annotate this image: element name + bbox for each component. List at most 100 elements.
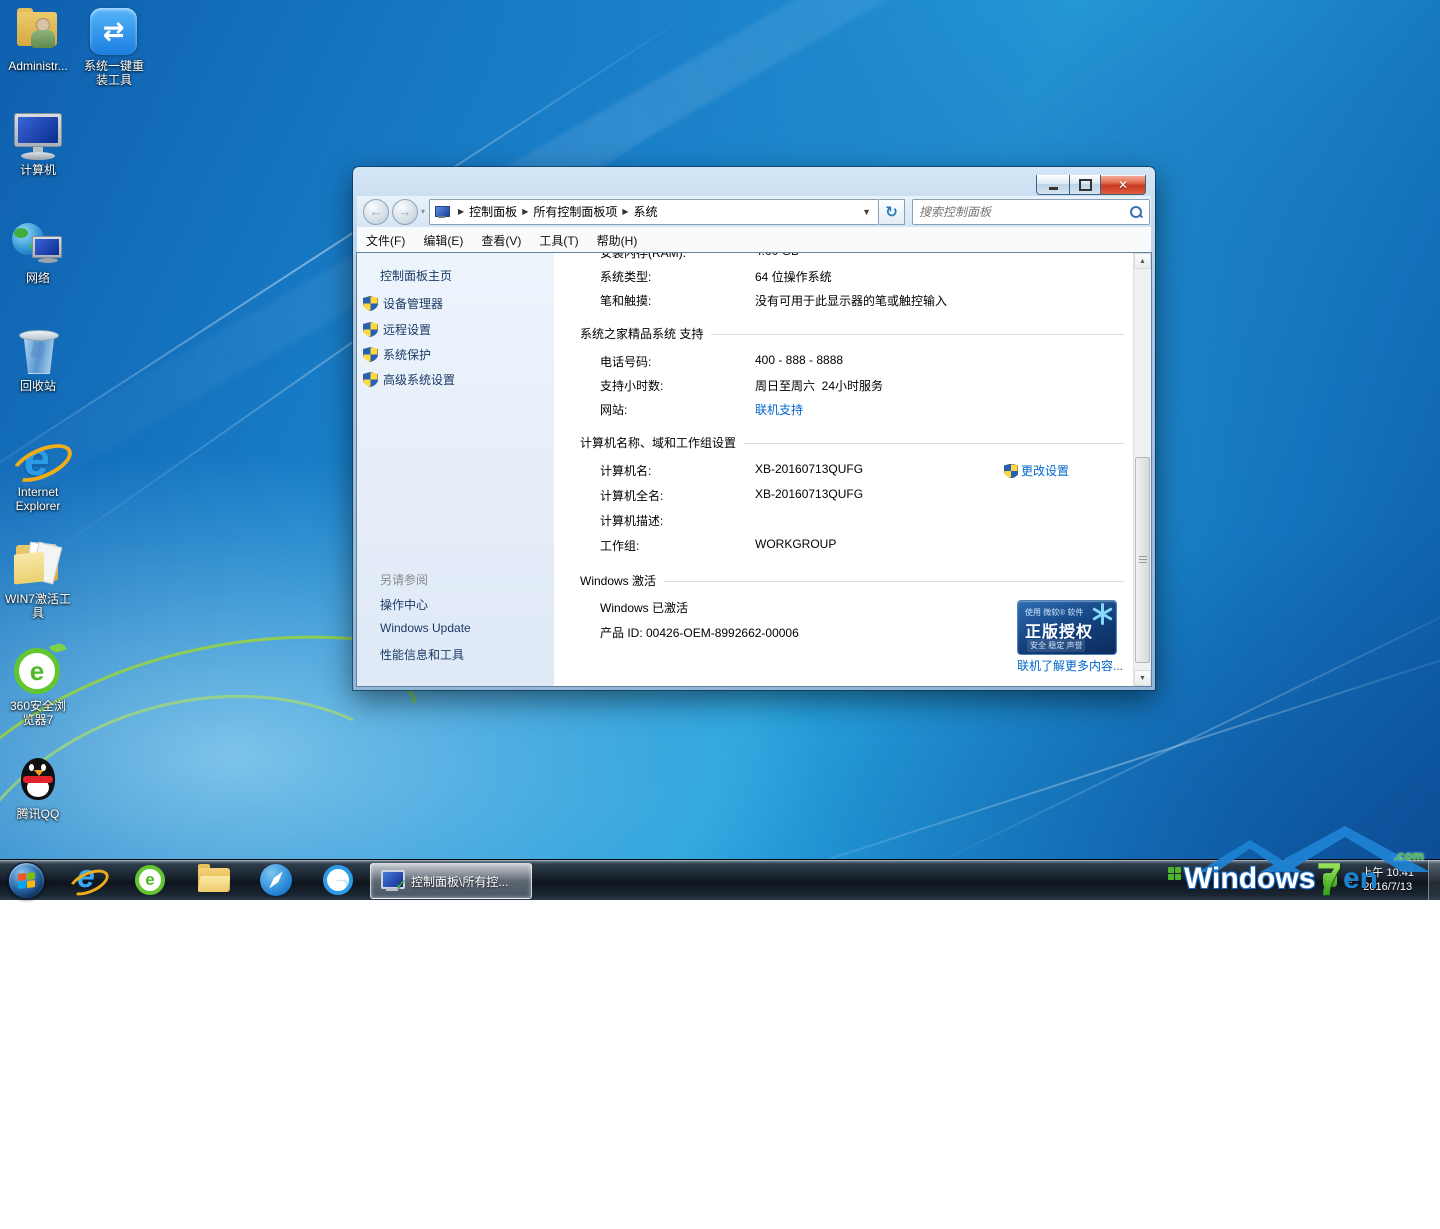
open-folder-icon (12, 541, 64, 589)
menu-tools[interactable]: 工具(T) (530, 232, 587, 249)
computer-fullname-label: 计算机全名: (600, 487, 663, 504)
workgroup-value: WORKGROUP (755, 537, 836, 551)
desktop-icon-360-browser[interactable]: e 360安全浏览器7 (4, 648, 72, 727)
desktop-icon-label: 计算机 (4, 163, 72, 177)
windows-flag-icon (18, 872, 35, 889)
desktop-icon-win7-activator[interactable]: WIN7激活工具 (4, 541, 72, 620)
search-box[interactable] (912, 199, 1150, 225)
360-browser-icon: e (135, 865, 165, 895)
change-settings[interactable]: 更改设置 (1004, 462, 1069, 479)
system-info-panel: 安装内存(RAM): 4.00 GB 系统类型: 64 位操作系统 笔和触摸: … (554, 253, 1134, 686)
scroll-down-icon[interactable]: ▼ (1134, 670, 1151, 686)
maximize-button[interactable] (1070, 175, 1101, 195)
refresh-button[interactable]: ↻ (879, 199, 905, 225)
computer-name-label: 计算机名: (600, 462, 651, 479)
desktop-icon-reinstall-tool[interactable]: ⇄ 系统一键重装工具 (80, 8, 148, 87)
taskbar-window-button[interactable]: ✓ 控制面板\所有控... (370, 863, 532, 899)
desktop-icon-label: 腾讯QQ (4, 807, 72, 821)
sidebar-item-performance-tools[interactable]: 性能信息和工具 (380, 646, 464, 663)
user-folder-icon (12, 8, 64, 56)
desktop-icon-administrator[interactable]: Administr... (4, 8, 72, 73)
tray-network-icon[interactable]: ⌂ (1346, 874, 1353, 886)
sidebar-item-label: 设备管理器 (383, 295, 443, 312)
computer-name-section-header: 计算机名称、域和工作组设置 (580, 434, 1124, 451)
show-desktop-button[interactable] (1428, 860, 1440, 900)
sidebar-item-device-manager[interactable]: 设备管理器 (363, 295, 443, 312)
activation-section-title: Windows 激活 (580, 572, 656, 589)
address-dropdown-icon[interactable]: ▼ (862, 207, 871, 217)
desktop-icon-recycle-bin[interactable]: 回收站 (4, 328, 72, 393)
menu-help[interactable]: 帮助(H) (588, 232, 647, 249)
online-support-link[interactable]: 联机支持 (755, 401, 803, 418)
scrollbar-thumb[interactable] (1135, 457, 1150, 663)
scroll-up-icon[interactable]: ▲ (1134, 253, 1151, 269)
close-button[interactable]: ✕ (1101, 175, 1146, 195)
pen-touch-value: 没有可用于此显示器的笔或触控输入 (755, 292, 947, 309)
desktop-icon-network[interactable]: 网络 (4, 220, 72, 285)
system-tray: ▲ ✓ ⌂ 上午 10:41 2016/7/13 (1305, 860, 1426, 900)
breadcrumb[interactable]: ▶ 控制面板 ▶ 所有控制面板项 ▶ 系统 ▼ (429, 199, 879, 225)
tray-360-safe-icon[interactable]: ✓ (1323, 873, 1337, 887)
taskbar-explorer[interactable] (196, 862, 232, 898)
back-button[interactable]: ← (363, 199, 389, 225)
activation-section-header: Windows 激活 (580, 572, 1124, 589)
ram-label: 安装内存(RAM): (600, 253, 686, 261)
desktop-icon-tencent-qq[interactable]: 腾讯QQ (4, 756, 72, 821)
pen-touch-label: 笔和触摸: (600, 292, 651, 309)
taskbar-browser-compass[interactable] (258, 862, 294, 898)
sidebar-item-action-center[interactable]: 操作中心 (380, 596, 428, 613)
menu-file[interactable]: 文件(F) (357, 232, 414, 249)
learn-more-link[interactable]: 联机了解更多内容... (1017, 657, 1123, 674)
change-settings-link[interactable]: 更改设置 (1021, 462, 1069, 479)
sidebar-item-system-protection[interactable]: 系统保护 (363, 346, 431, 363)
tray-expand-icon[interactable]: ▲ (1305, 875, 1314, 885)
menu-edit[interactable]: 编辑(E) (414, 232, 472, 249)
breadcrumb-item-system[interactable]: 系统 (634, 203, 658, 220)
uac-shield-icon (363, 372, 378, 387)
recent-pages-dropdown-icon[interactable]: ▾ (421, 207, 425, 216)
product-id: 产品 ID: 00426-OEM-8992662-00006 (600, 624, 799, 641)
sidebar-item-remote-settings[interactable]: 远程设置 (363, 321, 431, 338)
breadcrumb-arrow-icon: ▶ (522, 207, 528, 216)
support-section-title: 系统之家精品系统 支持 (580, 325, 703, 342)
forward-button[interactable]: → (392, 199, 418, 225)
menu-bar: 文件(F) 编辑(E) 查看(V) 工具(T) 帮助(H) (357, 227, 1151, 253)
breadcrumb-item-control-panel[interactable]: 控制面板 (469, 203, 517, 220)
start-button[interactable] (8, 862, 45, 899)
window-content: 控制面板主页 设备管理器 远程设置 系统保护 高级系统设置 另请参阅 操作中心 … (357, 253, 1151, 686)
desktop-icon-label: 系统一键重装工具 (80, 59, 148, 87)
qq-browser-icon (323, 865, 353, 895)
taskbar-qq-browser[interactable] (320, 862, 356, 898)
breadcrumb-item-all-items[interactable]: 所有控制面板项 (533, 203, 617, 220)
uac-shield-icon (363, 296, 378, 311)
breadcrumb-arrow-icon: ▶ (458, 207, 464, 216)
sidebar-item-label: 系统保护 (383, 346, 431, 363)
sidebar: 控制面板主页 设备管理器 远程设置 系统保护 高级系统设置 另请参阅 操作中心 … (357, 253, 554, 686)
sidebar-item-control-panel-home[interactable]: 控制面板主页 (380, 267, 452, 284)
minimize-button[interactable] (1036, 175, 1070, 195)
swap-arrows-app-icon: ⇄ (88, 8, 140, 56)
tray-clock[interactable]: 上午 10:41 2016/7/13 (1361, 866, 1414, 894)
sidebar-item-advanced-settings[interactable]: 高级系统设置 (363, 371, 455, 388)
computer-monitor-icon (12, 112, 64, 160)
taskbar-360-browser[interactable]: e (132, 862, 168, 898)
taskbar-internet-explorer[interactable]: e (68, 862, 104, 898)
section-divider (744, 443, 1124, 444)
sidebar-item-windows-update[interactable]: Windows Update (380, 621, 471, 635)
desktop-icon-computer[interactable]: 计算机 (4, 112, 72, 177)
folder-icon (198, 868, 230, 892)
section-divider (711, 334, 1124, 335)
desktop-icon-label: 网络 (4, 271, 72, 285)
desktop-icon-internet-explorer[interactable]: e Internet Explorer (4, 434, 72, 513)
360-browser-icon: e (12, 648, 64, 696)
genuine-star-icon (1091, 603, 1113, 625)
search-icon (1129, 205, 1143, 219)
search-input[interactable] (913, 205, 1129, 219)
desktop-icon-label: 回收站 (4, 379, 72, 393)
vertical-scrollbar[interactable]: ▲ ▼ (1133, 253, 1151, 686)
menu-view[interactable]: 查看(V) (472, 232, 530, 249)
genuine-software-badge[interactable]: 使用 微软® 软件 正版授权 安全 稳定 声誉 (1017, 600, 1117, 655)
breadcrumb-arrow-icon: ▶ (622, 207, 628, 216)
system-window-icon: ✓ (379, 870, 405, 892)
recycle-bin-icon (12, 328, 64, 376)
